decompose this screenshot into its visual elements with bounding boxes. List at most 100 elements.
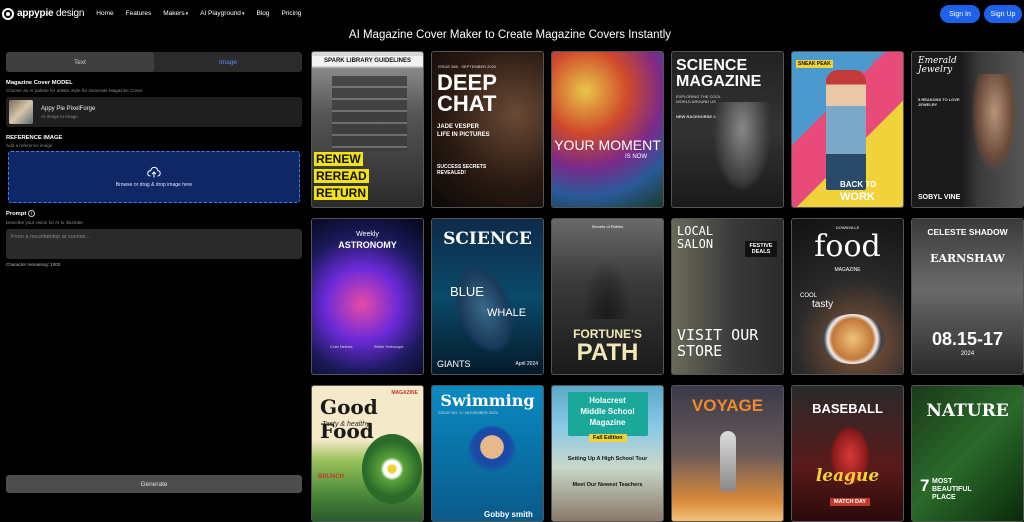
cover-title-giants: GIANTS (437, 359, 471, 369)
cover-card-emerald-jewelry[interactable]: Emerald Jewelry 5 REASONS TO LOVE JEWELRY… (911, 51, 1024, 208)
cover-date: 08.15-17 (931, 329, 1004, 349)
cover-subtitle: Tasty & healthy (322, 421, 370, 428)
chevron-down-icon: ▾ (241, 10, 245, 17)
prompt-label-row: Prompt i (6, 210, 36, 217)
info-icon[interactable]: i (28, 210, 36, 217)
cover-image-path (582, 259, 632, 319)
cover-badge: FESTIVE DEALS (745, 241, 777, 257)
nav-link-makers[interactable]: Makers ▾ (163, 10, 188, 17)
cover-card-good-food[interactable]: MAGAZINE Good Food Tasty & healthy BRUNC… (311, 385, 424, 522)
cover-card-science-magazine[interactable]: SCIENCE MAGAZINE EXPLORING THE COOL WORLD… (671, 51, 784, 208)
cover-title-weekly: Weekly (356, 231, 379, 238)
cover-card-astronomy[interactable]: Weekly ASTRONOMY Crab Nebula Webb Telesc… (311, 218, 424, 375)
tab-text[interactable]: Text (6, 52, 154, 72)
cover-title-block: DEEP CHAT (437, 72, 497, 116)
cover-headline: Setting Up A High School Tour (567, 456, 648, 462)
cover-brunch: BRUNCH (318, 474, 344, 480)
cover-issue: ISSUE 386 · SEPTEMBER 2020 (438, 64, 497, 69)
cover-title-magazine: Magazine (589, 418, 626, 427)
cover-visit: VISIT OUR (677, 326, 759, 344)
cover-card-nature[interactable]: NATURE 7 MOST BEAUTIFUL PLACE (911, 385, 1024, 522)
cover-title-magazine: MAGAZINE (676, 73, 762, 90)
logo-suffix: design (55, 8, 85, 19)
cover-title: SPARK LIBRARY GUIDELINES (312, 56, 423, 66)
cover-title: VOYAGE (691, 396, 764, 415)
cover-caption-left: Crab Nebula (330, 344, 353, 349)
cover-title-path: PATH (576, 339, 639, 366)
cover-card-holacrest[interactable]: Holacrest Middle School Magazine Fall Ed… (551, 385, 664, 522)
sign-in-button[interactable]: Sign In (940, 5, 980, 23)
cover-subtitle: LIFE IN PICTURES (437, 132, 490, 138)
generate-button[interactable]: Generate (6, 475, 302, 493)
sign-up-button[interactable]: Sign Up (984, 5, 1022, 23)
cover-tasty: tasty (812, 299, 834, 310)
cover-secrets: SUCCESS SECRETS REVEALED! (437, 164, 487, 176)
cover-badge: Fall Edition (589, 434, 627, 442)
cover-title-block: LOCAL SALON (677, 225, 713, 251)
cover-title: CELESTE SHADOW (927, 227, 1008, 237)
logo[interactable]: appypie design (2, 7, 85, 20)
mode-tabs: Text Image (6, 52, 302, 72)
cover-title-science: SCIENCE (443, 229, 532, 249)
cover-text-return: RETURN (314, 186, 368, 200)
nav-link-pricing[interactable]: Pricing (281, 10, 301, 17)
nav-link-blog[interactable]: Blog (256, 10, 269, 17)
cover-card-baseball[interactable]: BASEBALL league MATCH DAY (791, 385, 904, 522)
nav-link-ai-playground-label: AI Playground (200, 10, 241, 17)
cover-issue: ISSUE NO. 3 / NOVEMBER 2024 (438, 410, 498, 415)
chevron-down-icon: ▾ (185, 10, 189, 17)
cover-caption-right: Webb Telescope (374, 344, 404, 349)
cover-card-swimming[interactable]: Swimming ISSUE NO. 3 / NOVEMBER 2024 Gob… (431, 385, 544, 522)
nav-link-home[interactable]: Home (96, 10, 113, 17)
cover-headline-2: Meet Our Newest Teachers (572, 482, 643, 488)
cover-date: April 2024 (515, 361, 538, 367)
model-name: Appy Pie PixelForge (41, 105, 96, 112)
cover-title-blue: BLUE (450, 284, 484, 299)
nav-link-makers-label: Makers (163, 10, 185, 17)
cover-subtitle: MAGAZINE (834, 267, 861, 273)
cover-card-local-salon[interactable]: LOCAL SALON FESTIVE DEALS VISIT OUR STORE (671, 218, 784, 375)
cover-image-portrait (967, 74, 1022, 184)
cover-image-rocket (720, 431, 736, 491)
cover-card-your-moment[interactable]: YOUR MOMENT IS NOW (551, 51, 664, 208)
cover-text-reread: REREAD (314, 169, 369, 183)
cover-title-chat: CHAT (437, 91, 497, 116)
cover-title-science: SCIENCE (676, 57, 748, 74)
cover-name: JADE VESPER (437, 124, 480, 130)
cover-title: BASEBALL (812, 401, 883, 416)
reference-label: REFERENCE IMAGE (6, 135, 63, 141)
cover-title-salon: SALON (677, 237, 714, 251)
cover-subtitle: league (815, 466, 880, 486)
cover-card-food[interactable]: DOWNVILLE food MAGAZINE COOL tasty (791, 218, 904, 375)
prompt-sub: Describe your vision for AI to illustrat… (6, 220, 83, 225)
cover-text-renew: RENEW (314, 152, 363, 166)
nav-link-ai-playground[interactable]: AI Playground ▾ (200, 10, 244, 17)
cover-card-voyage[interactable]: VOYAGE (671, 385, 784, 522)
cover-title-block: Emerald Jewelry (918, 57, 957, 75)
cover-title: NATURE (926, 401, 1009, 421)
cover-store: STORE (677, 342, 723, 360)
cover-card-blue-whale[interactable]: SCIENCE BLUE WHALE GIANTS April 2024 (431, 218, 544, 375)
cover-subtitle: EARNSHAW (930, 252, 1005, 265)
model-selector[interactable]: Appy Pie PixelForge AI Image to Image (6, 97, 302, 127)
nav-link-features[interactable]: Features (126, 10, 152, 17)
cover-back-block: BACK TO (840, 180, 876, 189)
reference-sub: Add a reference image (6, 143, 53, 148)
cover-card-celeste-shadow[interactable]: CELESTE SHADOW EARNSHAW 08.15-17 2024 (911, 218, 1024, 375)
cover-image-books (332, 76, 407, 151)
tab-image[interactable]: Image (154, 52, 302, 72)
cover-image-swimmer (467, 426, 517, 486)
prompt-textarea[interactable]: From a mountaintop at sunrise... (6, 229, 302, 259)
cover-card-deep-chat[interactable]: ISSUE 386 · SEPTEMBER 2020 DEEP CHAT JADE… (431, 51, 544, 208)
cover-title-middle-school: Middle School (580, 407, 635, 416)
cover-card-spark-library[interactable]: SPARK LIBRARY GUIDELINES RENEW REREAD RE… (311, 51, 424, 208)
cover-card-girl-power[interactable]: SNEAK PEAK Girl Power BACK TO WORK (791, 51, 904, 208)
image-upload-dropzone[interactable]: Browse or drag & drop image here (8, 151, 300, 203)
cover-card-fortunes-path[interactable]: Secrets of Robles FORTUNE'S PATH (551, 218, 664, 375)
cover-title-astronomy: ASTRONOMY (338, 240, 397, 250)
character-remaining: Character remaining: 1000 (6, 262, 61, 267)
cover-year: 2024 (960, 351, 975, 357)
cloud-upload-icon (147, 166, 161, 178)
upload-text: Browse or drag & drop image here (115, 182, 193, 188)
cover-title: YOUR MOMENT (554, 137, 661, 153)
